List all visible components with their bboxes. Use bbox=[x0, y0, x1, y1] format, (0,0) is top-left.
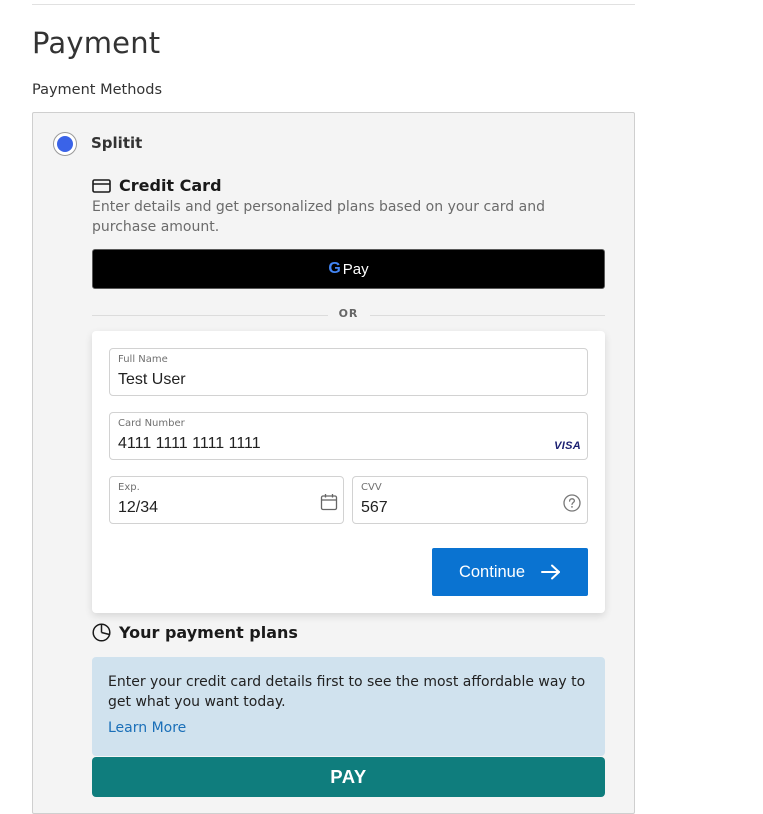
visa-logo: VISA bbox=[554, 440, 581, 452]
payment-plans-heading: Your payment plans bbox=[92, 623, 298, 642]
continue-button[interactable]: Continue bbox=[432, 548, 588, 596]
payment-plans-info: Enter your credit card details first to … bbox=[92, 657, 605, 756]
payment-method-name[interactable]: Splitit bbox=[91, 134, 142, 152]
splitit-payment-method: Splitit Credit Card Enter details and ge… bbox=[32, 112, 635, 814]
pay-button[interactable]: PAY bbox=[92, 757, 605, 797]
learn-more-link[interactable]: Learn More bbox=[108, 720, 186, 736]
continue-label: Continue bbox=[458, 562, 526, 581]
card-number-label: Card Number bbox=[118, 418, 185, 429]
google-g-icon: G bbox=[328, 260, 341, 277]
cvv-value[interactable]: 567 bbox=[361, 499, 388, 517]
google-pay-button[interactable]: G Pay bbox=[92, 249, 605, 289]
top-divider bbox=[32, 4, 635, 5]
payment-plans-info-text: Enter your credit card details first to … bbox=[108, 674, 586, 710]
credit-card-icon bbox=[92, 178, 111, 193]
pie-chart-icon bbox=[92, 623, 111, 642]
arrow-right-icon bbox=[541, 564, 561, 580]
page-title: Payment bbox=[32, 26, 161, 60]
calendar-icon[interactable] bbox=[320, 493, 338, 511]
credit-card-title: Credit Card bbox=[119, 176, 222, 195]
splitit-radio[interactable] bbox=[53, 132, 77, 156]
credit-card-heading: Credit Card bbox=[92, 176, 222, 195]
or-text: OR bbox=[338, 307, 359, 320]
cvv-field[interactable]: CVV 567 bbox=[352, 476, 588, 524]
card-number-value[interactable]: 4111 1111 1111 1111 bbox=[118, 435, 261, 453]
help-circle-icon[interactable] bbox=[563, 494, 581, 512]
exp-value[interactable]: 12/34 bbox=[118, 499, 158, 517]
payment-methods-label: Payment Methods bbox=[32, 82, 163, 98]
full-name-value[interactable]: Test User bbox=[118, 371, 186, 389]
radio-selected-dot bbox=[57, 136, 73, 152]
exp-field[interactable]: Exp. 12/34 bbox=[109, 476, 344, 524]
credit-card-description: Enter details and get personalized plans… bbox=[92, 199, 545, 235]
card-form: Full Name Test User Card Number 4111 111… bbox=[92, 331, 605, 613]
google-pay-label: Pay bbox=[342, 260, 369, 278]
full-name-field[interactable]: Full Name Test User bbox=[109, 348, 588, 396]
exp-label: Exp. bbox=[118, 482, 140, 493]
full-name-label: Full Name bbox=[118, 354, 168, 365]
card-number-field[interactable]: Card Number 4111 1111 1111 1111 VISA bbox=[109, 412, 588, 460]
or-divider: OR bbox=[92, 307, 605, 323]
payment-plans-title: Your payment plans bbox=[119, 623, 298, 642]
cvv-label: CVV bbox=[361, 482, 382, 493]
